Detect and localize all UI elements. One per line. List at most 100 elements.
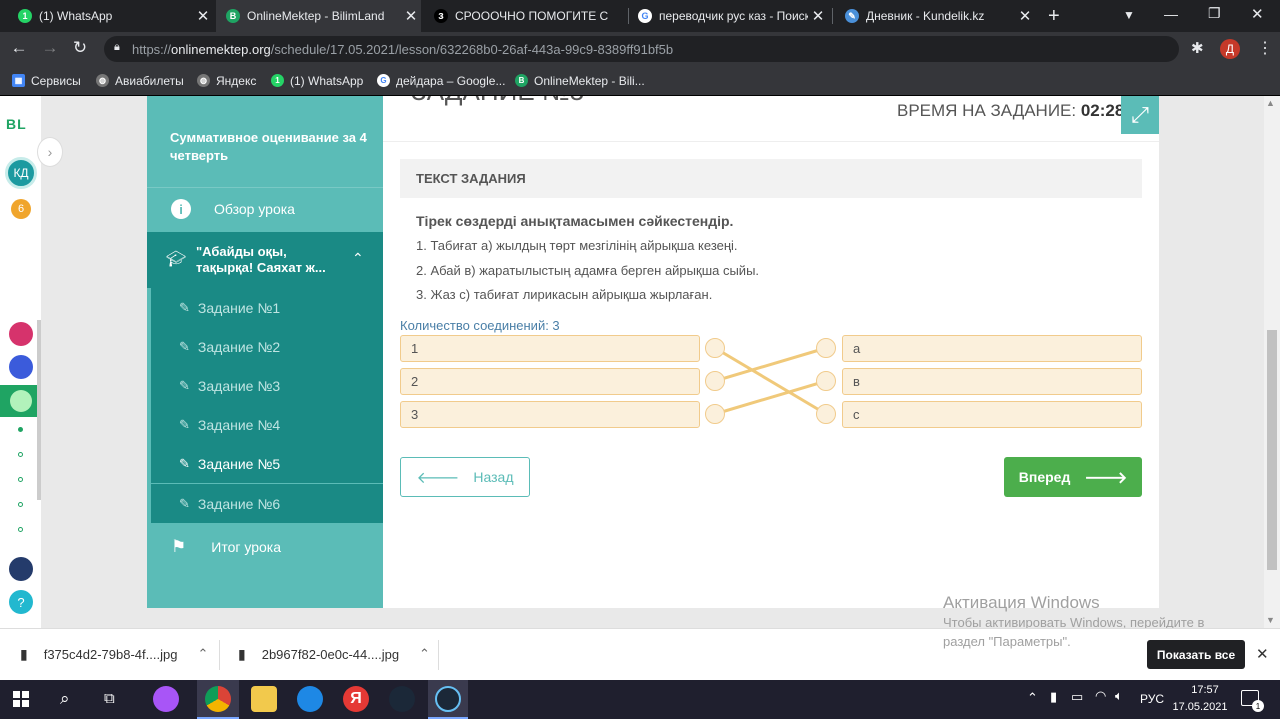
app-icon-bilim[interactable]: [9, 355, 33, 379]
battery-icon[interactable]: ▭: [1071, 689, 1083, 705]
microphone-icon[interactable]: ▮: [1050, 689, 1057, 705]
smart-nation-icon[interactable]: [9, 557, 33, 581]
minimize-button[interactable]: —: [1164, 6, 1178, 22]
rail-scrollbar[interactable]: [37, 320, 41, 500]
tab-kundelik[interactable]: ✎ Дневник - Kundelik.kz ✕: [835, 0, 1035, 32]
task-view-icon[interactable]: ⧉: [104, 690, 115, 707]
tab-separator: [832, 8, 833, 24]
bookmark-whatsapp[interactable]: 1 (1) WhatsApp: [271, 65, 363, 96]
chevron-right-icon[interactable]: ›: [37, 137, 63, 167]
back-arrow-icon[interactable]: ←: [9, 38, 29, 58]
pager-dot-active[interactable]: [18, 427, 23, 432]
left-item-1[interactable]: 1: [400, 335, 700, 362]
close-window-button[interactable]: ✕: [1251, 5, 1264, 23]
chevron-up-icon[interactable]: ⌃: [419, 646, 430, 662]
file-icon: ▮: [238, 645, 246, 662]
tray-chevron-icon[interactable]: ⌃: [1027, 690, 1038, 706]
tab-onlinemektep[interactable]: B OnlineMektep - BilimLand ✕: [216, 0, 421, 32]
folder-icon[interactable]: [251, 686, 277, 712]
close-icon[interactable]: ✕: [1256, 645, 1269, 663]
pager-dot[interactable]: [18, 502, 23, 507]
tab-znanija[interactable]: з СРОООЧНО ПОМОГИТЕ С: [424, 0, 629, 32]
right-item-a[interactable]: а: [842, 335, 1142, 362]
left-item-2[interactable]: 2: [400, 368, 700, 395]
close-icon[interactable]: ✕: [401, 7, 421, 25]
sidebar-task-4[interactable]: ✎ Задание №4: [151, 405, 383, 444]
tab-google[interactable]: G переводчик рус каз - Поиск ✕: [628, 0, 828, 32]
task-instruction: Тірек сөздерді анықтамасымен сәйкестенді…: [416, 213, 734, 229]
left-connector-3[interactable]: [705, 404, 725, 424]
sidebar-task-2[interactable]: ✎ Задание №2: [151, 327, 383, 366]
app-icon-1[interactable]: [9, 322, 33, 346]
back-button[interactable]: 🡐 Назад: [400, 457, 530, 497]
clock-time[interactable]: 17:57: [1175, 684, 1235, 696]
menu-dots-icon[interactable]: ⋮: [1257, 38, 1273, 58]
sidebar-task-1[interactable]: ✎ Задание №1: [151, 288, 383, 327]
divider: [219, 640, 220, 670]
bookmark-services[interactable]: ▦ Сервисы: [12, 65, 81, 96]
chevron-up-icon[interactable]: ⌃: [352, 250, 364, 267]
download-item-2[interactable]: ▮ 2b967f82-0e0c-44....jpg ⌃: [238, 628, 430, 680]
close-icon[interactable]: ✕: [1015, 7, 1035, 25]
pager-dot[interactable]: [18, 452, 23, 457]
help-icon[interactable]: ?: [9, 590, 33, 614]
pager-dot[interactable]: [18, 527, 23, 532]
right-connector-c[interactable]: [816, 404, 836, 424]
user-avatar[interactable]: КД: [5, 157, 37, 189]
steam-icon[interactable]: [435, 686, 461, 712]
scroll-up-icon[interactable]: ▲: [1266, 98, 1275, 108]
clock-date[interactable]: 17.05.2021: [1170, 701, 1230, 713]
pager-dot[interactable]: [18, 477, 23, 482]
close-icon[interactable]: ✕: [193, 7, 213, 25]
left-connector-1[interactable]: [705, 338, 725, 358]
forward-arrow-icon[interactable]: →: [40, 38, 60, 58]
sidebar-item-overview[interactable]: i Обзор урока: [147, 188, 383, 230]
extensions-icon[interactable]: ✱: [1191, 39, 1204, 57]
sidebar-item-summary[interactable]: ⚑ Итог урока: [147, 526, 383, 568]
sidebar-task-3[interactable]: ✎ Задание №3: [151, 366, 383, 405]
download-item-1[interactable]: ▮ f375c4d2-79b8-4f....jpg ⌃: [20, 628, 208, 680]
show-all-downloads-button[interactable]: Показать все: [1147, 640, 1245, 669]
profile-avatar[interactable]: Д: [1220, 39, 1240, 59]
left-item-3[interactable]: 3: [400, 401, 700, 428]
tab-whatsapp[interactable]: 1 (1) WhatsApp ✕: [8, 0, 213, 32]
right-item-c[interactable]: с: [842, 401, 1142, 428]
right-item-b[interactable]: в: [842, 368, 1142, 395]
bookmark-yandex[interactable]: ◍ Яндекс: [197, 65, 256, 96]
reload-icon[interactable]: ↻: [70, 38, 90, 58]
edge-icon[interactable]: [297, 686, 323, 712]
app-icon-purple[interactable]: [153, 686, 179, 712]
fullscreen-icon[interactable]: ⤢: [1121, 96, 1159, 134]
file-icon: ▮: [20, 645, 28, 662]
steam-icon[interactable]: [389, 686, 415, 712]
chrome-icon[interactable]: [205, 686, 231, 712]
right-connector-a[interactable]: [816, 338, 836, 358]
scroll-down-icon[interactable]: ▼: [1266, 615, 1275, 625]
yandex-browser-icon[interactable]: Я: [343, 686, 369, 712]
wifi-icon[interactable]: ◠: [1095, 688, 1106, 704]
right-connector-b[interactable]: [816, 371, 836, 391]
tab-search-icon[interactable]: ▼: [1123, 8, 1135, 22]
app-icon-active[interactable]: [10, 390, 32, 412]
sidebar-task-6[interactable]: ✎ Задание №6: [151, 484, 383, 523]
notification-badge[interactable]: 6: [11, 199, 31, 219]
google-icon: G: [638, 9, 652, 23]
scroll-thumb[interactable]: [1267, 330, 1277, 570]
edit-icon: ✎: [179, 299, 190, 315]
connection-1-c: [714, 346, 827, 416]
maximize-button[interactable]: ❐: [1208, 5, 1221, 22]
bookmark-aviabilety[interactable]: ◍ Авиабилеты: [96, 65, 184, 96]
next-button[interactable]: Вперед 🡒: [1004, 457, 1142, 497]
bookmark-google[interactable]: Gдейдара – Google...: [377, 65, 505, 96]
windows-start-icon[interactable]: [13, 691, 29, 707]
search-icon[interactable]: ⌕: [60, 689, 70, 709]
new-tab-button[interactable]: +: [1048, 5, 1060, 28]
language-indicator[interactable]: РУС: [1140, 692, 1164, 706]
address-bar[interactable]: 🔒︎ https://onlinemektep.org/schedule/17.…: [104, 36, 1179, 62]
chevron-up-icon[interactable]: ⌃: [197, 646, 208, 662]
left-connector-2[interactable]: [705, 371, 725, 391]
volume-icon[interactable]: 🔈︎: [1115, 688, 1123, 704]
close-icon[interactable]: ✕: [808, 7, 828, 25]
sidebar-task-5[interactable]: ✎ Задание №5: [151, 444, 383, 483]
bookmark-onlinemektep[interactable]: B OnlineMektep - Bili...: [515, 65, 645, 96]
